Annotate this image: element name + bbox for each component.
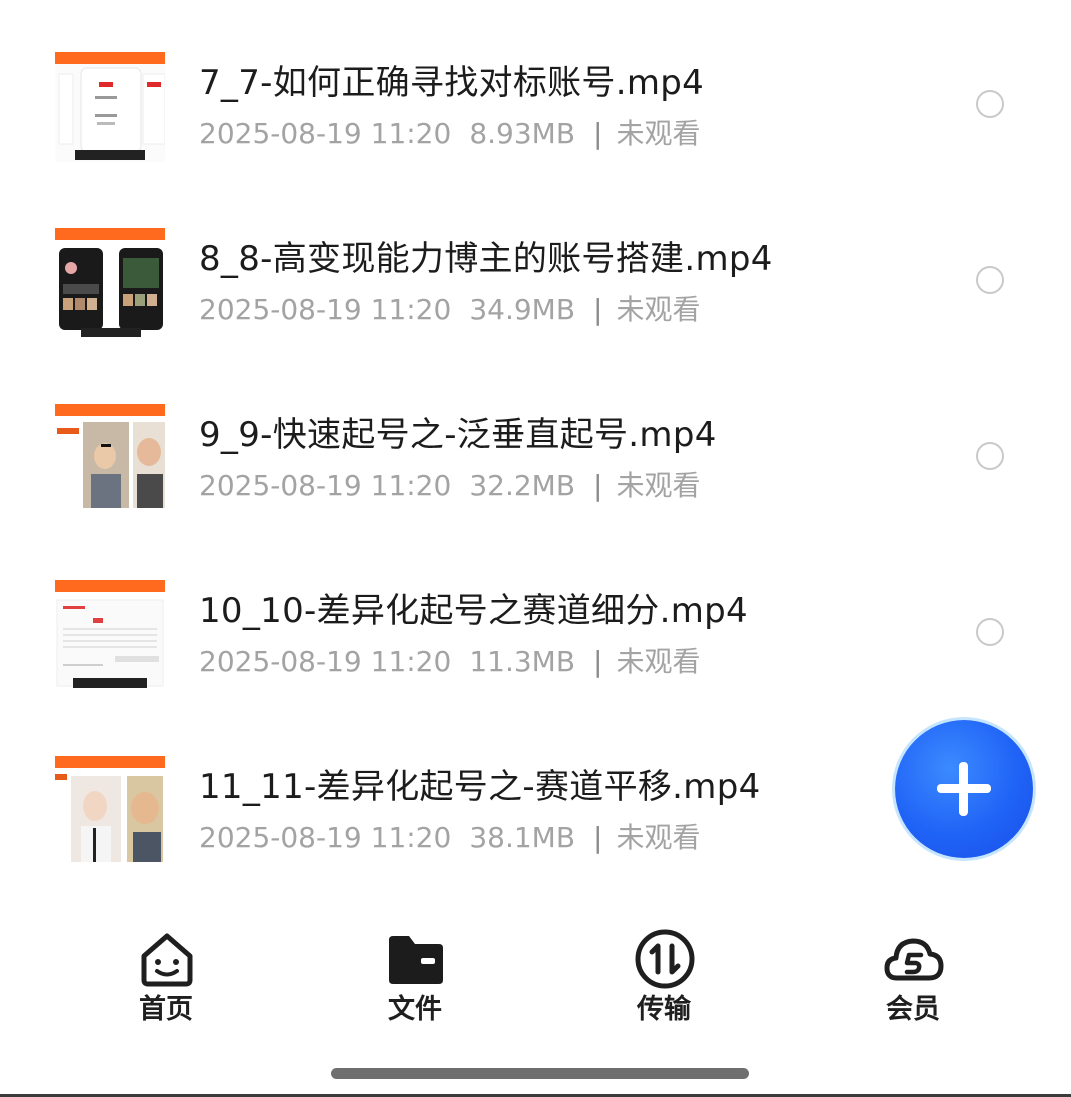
home-smile-icon	[141, 933, 193, 987]
file-name: 9_9-快速起号之-泛垂直起号.mp4	[199, 415, 717, 455]
watch-status: 未观看	[616, 293, 701, 326]
file-name: 10_10-差异化起号之赛道细分.mp4	[199, 591, 748, 631]
video-thumbnail[interactable]	[55, 228, 165, 338]
cloud-vip-icon	[884, 938, 944, 981]
file-meta: 2025-08-19 11:20 11.3MB | 未观看	[199, 643, 719, 681]
meta-separator: |	[593, 645, 603, 678]
watch-status: 未观看	[616, 821, 701, 854]
select-radio[interactable]	[976, 618, 1004, 646]
meta-separator: |	[593, 293, 603, 326]
video-thumbnail[interactable]	[55, 404, 165, 514]
file-date: 2025-08-19 11:20	[199, 293, 452, 326]
file-meta: 2025-08-19 11:20 32.2MB | 未观看	[199, 467, 719, 505]
file-size: 11.3MB	[469, 645, 576, 678]
tab-vip[interactable]: 会员	[853, 920, 973, 1030]
tab-label: 会员	[886, 994, 940, 1025]
watch-status: 未观看	[616, 117, 701, 150]
file-date: 2025-08-19 11:20	[199, 469, 452, 502]
folder-icon	[389, 936, 443, 984]
file-name: 8_8-高变现能力博主的账号搭建.mp4	[199, 239, 773, 279]
file-size: 34.9MB	[469, 293, 576, 326]
tab-label: 首页	[139, 994, 193, 1025]
file-name: 7_7-如何正确寻找对标账号.mp4	[199, 63, 705, 103]
meta-separator: |	[593, 469, 603, 502]
watch-status: 未观看	[616, 469, 701, 502]
file-date: 2025-08-19 11:20	[199, 821, 452, 854]
tab-home[interactable]: 首页	[106, 920, 226, 1030]
file-row[interactable]: 10_10-差异化起号之赛道细分.mp4 2025-08-19 11:20 11.…	[0, 580, 1071, 730]
video-thumbnail[interactable]	[55, 52, 165, 162]
file-date: 2025-08-19 11:20	[199, 645, 452, 678]
bottom-tab-bar: 首页 文件 传输 会员	[0, 920, 1071, 1030]
video-thumbnail[interactable]	[55, 756, 165, 866]
file-row[interactable]: 9_9-快速起号之-泛垂直起号.mp4 2025-08-19 11:20 32.2…	[0, 404, 1071, 554]
file-meta: 2025-08-19 11:20 38.1MB | 未观看	[199, 819, 719, 857]
tab-transfer[interactable]: 传输	[604, 920, 724, 1030]
transfer-arrows-icon	[635, 929, 695, 989]
file-size: 32.2MB	[469, 469, 576, 502]
meta-separator: |	[593, 821, 603, 854]
tab-files[interactable]: 文件	[355, 920, 475, 1030]
select-radio[interactable]	[976, 90, 1004, 118]
tab-label: 传输	[637, 994, 691, 1025]
file-size: 8.93MB	[469, 117, 576, 150]
add-fab-button[interactable]	[895, 720, 1033, 858]
file-name: 11_11-差异化起号之-赛道平移.mp4	[199, 767, 761, 807]
select-radio[interactable]	[976, 442, 1004, 470]
file-row[interactable]: 7_7-如何正确寻找对标账号.mp4 2025-08-19 11:20 8.93M…	[0, 52, 1071, 202]
select-radio[interactable]	[976, 266, 1004, 294]
file-date: 2025-08-19 11:20	[199, 117, 452, 150]
video-thumbnail[interactable]	[55, 580, 165, 690]
watch-status: 未观看	[616, 645, 701, 678]
file-row[interactable]: 8_8-高变现能力博主的账号搭建.mp4 2025-08-19 11:20 34.…	[0, 228, 1071, 378]
meta-separator: |	[593, 117, 603, 150]
tab-label: 文件	[388, 994, 442, 1025]
file-size: 38.1MB	[469, 821, 576, 854]
file-meta: 2025-08-19 11:20 8.93MB | 未观看	[199, 115, 719, 153]
file-meta: 2025-08-19 11:20 34.9MB | 未观看	[199, 291, 719, 329]
home-indicator[interactable]	[331, 1068, 749, 1079]
